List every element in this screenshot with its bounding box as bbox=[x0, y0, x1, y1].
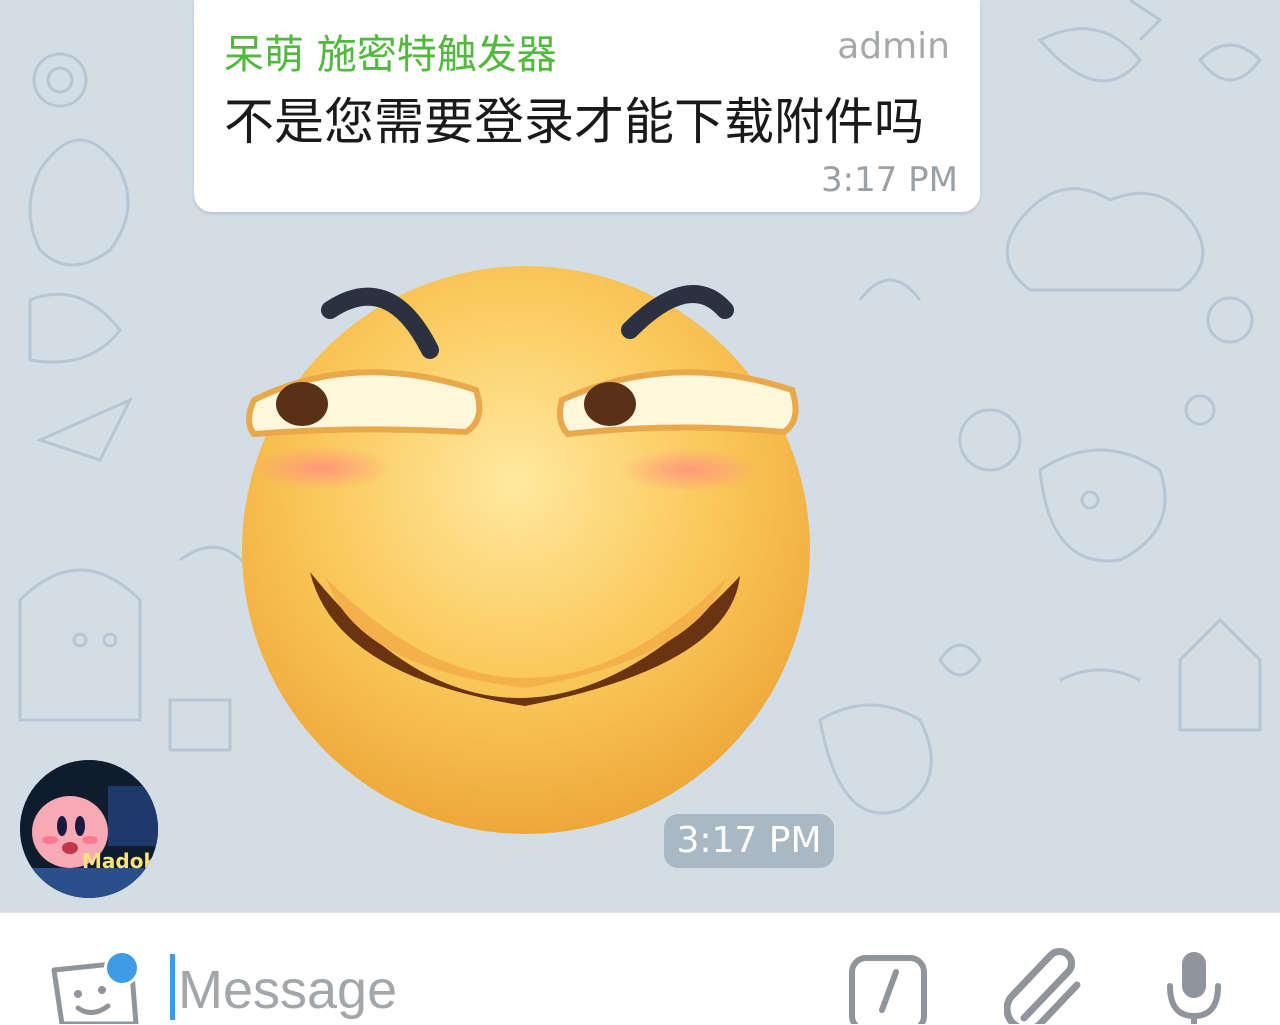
message-time: 3:17 PM bbox=[821, 160, 958, 200]
message-text: 不是您需要登录才能下载附件吗 bbox=[224, 93, 924, 151]
admin-badge: admin bbox=[837, 26, 950, 67]
kirby-avatar-icon: Madok bbox=[20, 760, 158, 898]
paperclip-icon[interactable] bbox=[1004, 948, 1094, 1024]
bot-command-icon[interactable] bbox=[846, 952, 930, 1024]
sender-name[interactable]: 呆萌 施密特触发器 bbox=[224, 22, 557, 80]
message-input[interactable] bbox=[178, 956, 778, 1024]
chat-background: 呆萌 施密特触发器 admin 不是您需要登录才能下载附件吗 3:17 PM 3… bbox=[0, 0, 1280, 912]
message-bubble[interactable]: 呆萌 施密特触发器 admin 不是您需要登录才能下载附件吗 3:17 PM bbox=[194, 0, 980, 212]
sticker-time: 3:17 PM bbox=[664, 814, 834, 868]
microphone-icon[interactable] bbox=[1158, 948, 1230, 1024]
new-stickers-badge bbox=[104, 950, 140, 986]
text-cursor bbox=[170, 954, 175, 1020]
user-avatar[interactable]: Madok bbox=[20, 760, 158, 898]
smirk-face-sticker[interactable] bbox=[230, 250, 830, 850]
